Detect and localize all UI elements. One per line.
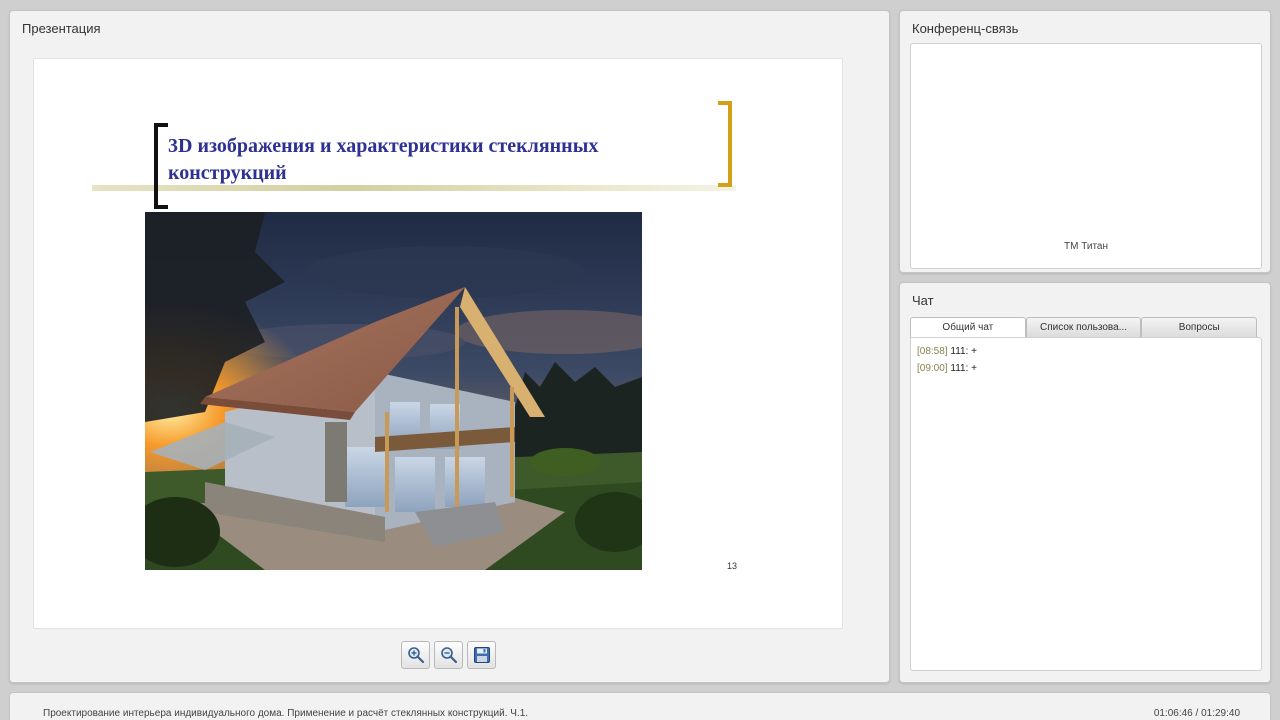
chat-panel-title: Чат [912,293,934,308]
slide-left-bracket [154,123,168,209]
slide-page-number: 13 [727,561,738,571]
zoom-in-icon [407,647,424,664]
house-rendering-image [145,212,642,570]
save-button[interactable] [467,641,496,669]
presentation-panel: Презентация 3D изображения и характерист… [9,10,890,683]
presentation-slide: 3D изображения и характеристики стеклянн… [33,58,843,629]
tab-user-list[interactable]: Список пользова... [1025,317,1142,337]
message-user: 111: [950,363,969,374]
chat-tabs: Общий чат Список пользова... Вопросы [910,317,1258,338]
presentation-panel-title: Презентация [22,21,101,36]
message-time: [08:58] [917,346,948,357]
slide-right-bracket [718,101,732,187]
conference-panel-title: Конференц-связь [912,21,1019,36]
playback-time: 01:06:46 / 01:29:40 [1153,708,1240,719]
presentation-toolbar [401,641,496,669]
message-text: + [971,363,977,374]
slide-title: 3D изображения и характеристики стеклянн… [168,135,599,184]
tab-questions[interactable]: Вопросы [1141,317,1258,337]
footer-bar: Проектирование интерьера индивидуального… [9,692,1271,720]
participant-name: ТМ Титан [1063,241,1109,252]
session-title: Проектирование интерьера индивидуального… [43,708,529,719]
tab-general-chat[interactable]: Общий чат [910,317,1026,338]
message-user: 111: [950,346,969,357]
chat-message: [09:00] 111: + [917,360,1255,377]
message-text: + [971,346,977,357]
floppy-disk-icon [473,647,490,663]
chat-panel: Чат Общий чат Список пользова... Вопросы… [899,282,1271,683]
zoom-out-button[interactable] [434,641,463,669]
zoom-out-icon [440,647,457,664]
conference-panel: Конференц-связь ТМ Титан [899,10,1271,273]
chat-log: [08:58] 111: + [09:00] 111: + [910,337,1262,671]
chat-message: [08:58] 111: + [917,343,1255,360]
video-area: ТМ Титан [910,43,1262,269]
zoom-in-button[interactable] [401,641,430,669]
message-time: [09:00] [917,363,948,374]
